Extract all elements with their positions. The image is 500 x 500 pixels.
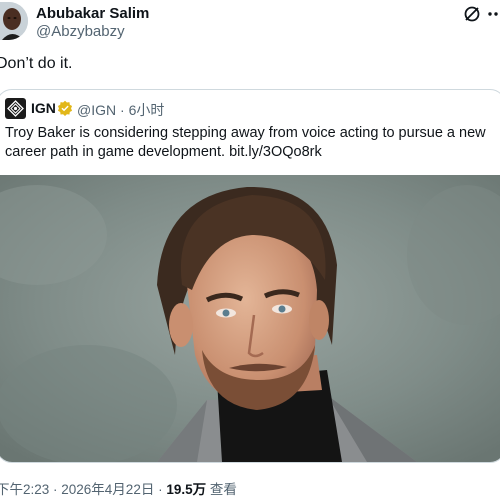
grok-button[interactable] (462, 4, 482, 24)
quote-author-handle-and-time: @IGN · 6小时 (77, 100, 164, 120)
quote-text-line: career path in game development. bit.ly/… (5, 144, 322, 160)
meta-separator: · (158, 482, 163, 497)
quote-handle[interactable]: @IGN (77, 102, 116, 118)
ign-avatar[interactable] (5, 98, 26, 119)
avatar[interactable] (0, 2, 28, 40)
profile-photo-icon (0, 2, 28, 40)
quote-sep: · (120, 102, 125, 118)
quote-text-line: Troy Baker is considering stepping away … (5, 125, 486, 141)
more-icon (488, 12, 498, 16)
author-handle[interactable]: @Abzybabzy (36, 23, 125, 40)
tweet-text: Don’t do it. (0, 55, 73, 72)
tweet-timestamp[interactable]: 下午2:23 · 2026年4月22日 (0, 482, 154, 497)
ign-logo-icon (7, 100, 24, 117)
more-button[interactable] (486, 4, 500, 24)
quote-relative-time[interactable]: 6小时 (129, 102, 165, 118)
views-label: 查看 (209, 482, 237, 497)
grok-icon (464, 6, 480, 22)
quote-text: Troy Baker is considering stepping away … (5, 124, 486, 162)
quote-author-name[interactable]: IGN (31, 100, 56, 116)
author-name[interactable]: Abubakar Salim (36, 5, 149, 22)
views-count: 19.5万 (166, 482, 207, 497)
tweet-metadata: 下午2:23 · 2026年4月22日 · 19.5万 查看 (0, 478, 237, 498)
gold-verified-badge-icon (57, 100, 73, 116)
quoted-tweet-card[interactable]: IGN @IGN · 6小时 Troy Baker is considering… (0, 89, 500, 463)
quote-photo[interactable] (0, 175, 500, 462)
